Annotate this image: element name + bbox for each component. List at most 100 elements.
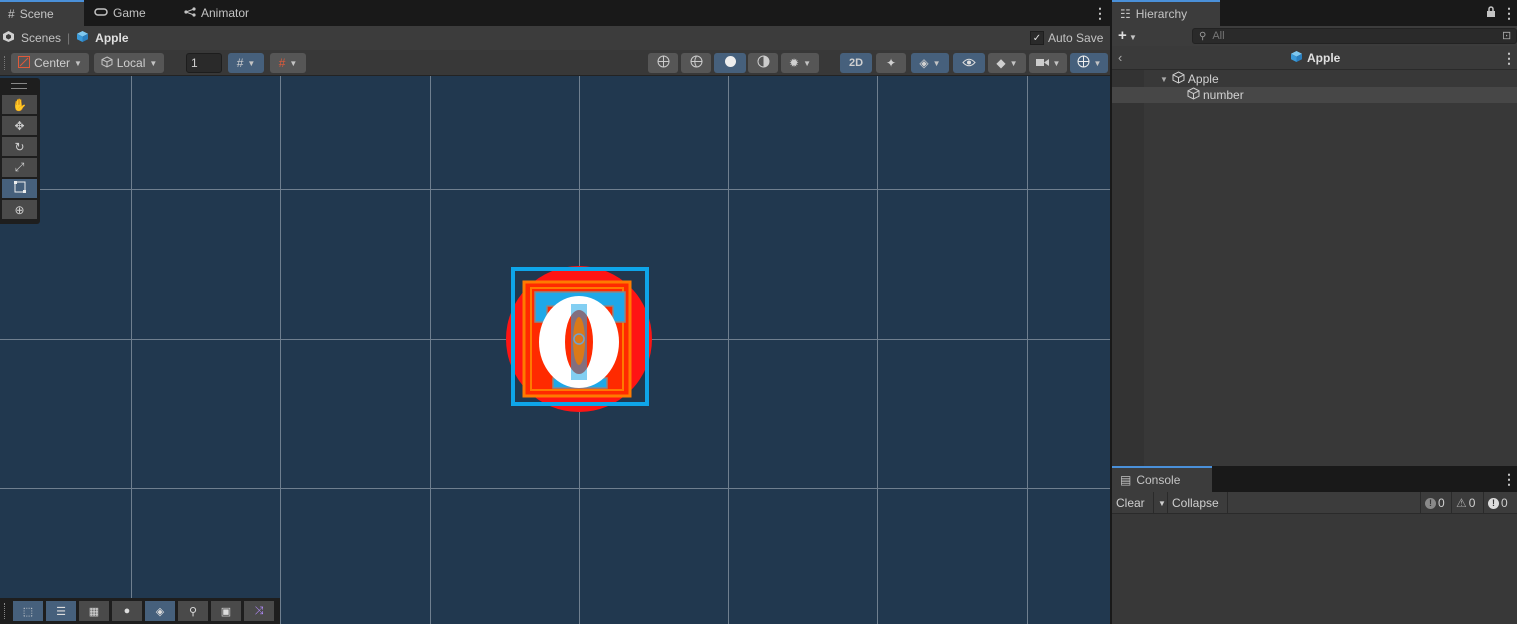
overlay-circle-button[interactable]: ●: [112, 601, 142, 621]
effects-dropdown[interactable]: ◈ ▼: [911, 53, 949, 73]
hierarchy-search-input[interactable]: ⚲ All: [1192, 28, 1517, 44]
plus-icon: +: [1118, 27, 1127, 44]
pivot-center-dropdown[interactable]: Center ▼: [11, 53, 89, 73]
tab-hierarchy-label: Hierarchy: [1135, 7, 1188, 21]
warning-icon: ⚠: [1456, 496, 1467, 510]
tiles-icon: ◈: [155, 605, 165, 618]
tab-animator-label: Animator: [201, 6, 250, 20]
clear-label: Clear: [1116, 496, 1145, 510]
breadcrumb-separator: |: [67, 31, 71, 45]
rect-transform-icon: [13, 181, 26, 196]
warning-toggle[interactable]: ⚠ 0: [1452, 492, 1484, 514]
shaded-button[interactable]: [714, 53, 746, 73]
grid-visibility-dropdown[interactable]: # ▼: [228, 53, 264, 73]
pivot-label: Center: [34, 56, 71, 70]
layers-icon: ◆: [996, 56, 1006, 70]
create-add-button[interactable]: + ▼: [1118, 27, 1137, 44]
overlay-shuffle-button[interactable]: ⤨: [244, 601, 274, 621]
grid-size-field[interactable]: 1: [186, 53, 222, 73]
overlay-camera-button[interactable]: ▣: [211, 601, 241, 621]
console-log-area[interactable]: [1112, 514, 1517, 624]
grid-line: [430, 76, 431, 624]
transform-tool-button[interactable]: ⊕: [2, 200, 37, 219]
grid-line: [0, 189, 1110, 190]
rect-tool-button[interactable]: [2, 179, 37, 198]
lock-icon[interactable]: [1486, 6, 1496, 21]
console-more-icon[interactable]: ⋮: [1502, 471, 1516, 488]
auto-save-toggle[interactable]: ✓ Auto Save: [1030, 31, 1103, 45]
hierarchy-item-number[interactable]: number: [1112, 87, 1517, 103]
hierarchy-more-icon[interactable]: ⋮: [1502, 5, 1516, 22]
2d-mode-button[interactable]: 2D: [840, 53, 872, 73]
tab-scene-label: Scene: [19, 7, 54, 21]
hierarchy-item-apple[interactable]: ▼ Apple: [1112, 71, 1517, 87]
overlay-settings-button[interactable]: ☰: [46, 601, 76, 621]
move-tool-button[interactable]: ✥: [2, 116, 37, 135]
scene-viewport[interactable]: [0, 76, 1110, 624]
tab-hierarchy[interactable]: ☷ Hierarchy: [1112, 0, 1220, 26]
checkbox-checked-icon[interactable]: ✓: [1030, 31, 1044, 45]
chevron-down-icon: ▼: [803, 58, 811, 68]
debug-draw-mode-dropdown[interactable]: ✹ ▼: [781, 53, 819, 73]
search-by-type-icon[interactable]: ⊡: [1502, 29, 1511, 42]
unlit-button[interactable]: [748, 53, 778, 73]
gizmos-dropdown[interactable]: ▼: [1070, 53, 1108, 73]
wireframe-shading-button[interactable]: [648, 53, 678, 73]
layers-dropdown[interactable]: ◆ ▼: [988, 53, 1026, 73]
hierarchy-gutter: [1112, 70, 1144, 466]
collapse-label: Collapse: [1172, 496, 1219, 510]
chevron-down-icon: ▼: [1158, 498, 1166, 508]
gameobject-cube-icon: [1187, 87, 1200, 103]
log-count: 0: [1438, 496, 1445, 510]
overlay-grid-button[interactable]: ▦: [79, 601, 109, 621]
scene-tab-bar: # Scene Game Animator ⋮: [0, 0, 1110, 26]
tab-game[interactable]: Game: [86, 0, 166, 26]
tab-animator[interactable]: Animator: [176, 0, 276, 26]
overlay-search-button[interactable]: ⚲: [178, 601, 208, 621]
lighting-toggle-button[interactable]: ✦: [876, 53, 906, 73]
snap-dropdown[interactable]: # ▼: [270, 53, 306, 73]
back-chevron-icon[interactable]: ‹: [1118, 50, 1122, 65]
hand-tool-button[interactable]: ✋: [2, 95, 37, 114]
scene-visibility-button[interactable]: [953, 53, 985, 73]
camera-dropdown[interactable]: ▼: [1029, 53, 1067, 73]
prefab-header-title: Apple: [1290, 50, 1340, 66]
chevron-down-icon: ▼: [289, 58, 298, 68]
scene-more-icon[interactable]: ⋮: [1093, 5, 1107, 22]
scale-tool-button[interactable]: ⤢: [2, 158, 37, 177]
rotate-tool-button[interactable]: ↻: [2, 137, 37, 156]
tool-palette: ✋ ✥ ↻ ⤢ ⊕: [0, 78, 40, 224]
chevron-down-icon: ▼: [247, 58, 256, 68]
error-toggle[interactable]: ! 0: [1484, 492, 1517, 514]
clear-button[interactable]: Clear: [1112, 492, 1154, 514]
tab-scene[interactable]: # Scene: [0, 0, 84, 26]
overlay-tiles-button[interactable]: ◈: [145, 601, 175, 621]
grid-toggle-icon: #: [236, 56, 244, 70]
overlay-grip[interactable]: [4, 603, 7, 619]
collapse-button[interactable]: Collapse: [1168, 492, 1228, 514]
chevron-down-icon: ▼: [74, 58, 82, 68]
clear-options-dropdown[interactable]: ▼: [1154, 492, 1168, 514]
grid-line: [877, 76, 878, 624]
space-local-dropdown[interactable]: Local ▼: [94, 53, 164, 73]
grid-line: [0, 488, 1110, 489]
tab-console[interactable]: ▤ Console: [1112, 466, 1212, 492]
apple-number-sprite[interactable]: [503, 264, 657, 412]
move-arrows-icon: ✥: [14, 118, 25, 133]
error-icon: !: [1488, 497, 1499, 509]
search-placeholder: All: [1212, 30, 1225, 42]
hierarchy-list-icon: ☷: [1120, 7, 1131, 21]
prefab-more-icon[interactable]: ⋮: [1502, 50, 1516, 67]
hand-icon: ✋: [12, 97, 27, 112]
tab-console-label: Console: [1136, 473, 1181, 487]
expand-triangle-icon[interactable]: ▼: [1160, 75, 1168, 84]
breadcrumb-apple[interactable]: Apple: [95, 31, 128, 45]
hierarchy-item-label: number: [1203, 88, 1244, 102]
log-toggle[interactable]: ! 0: [1420, 492, 1452, 514]
overlay-rect-button[interactable]: ⬚: [13, 601, 43, 621]
chevron-down-icon: ▼: [1126, 33, 1137, 42]
palette-grip[interactable]: [11, 83, 27, 89]
wireframe-sphere-icon: [657, 55, 670, 71]
shaded-wireframe-button[interactable]: [681, 53, 711, 73]
breadcrumb-scenes[interactable]: Scenes: [21, 31, 61, 45]
